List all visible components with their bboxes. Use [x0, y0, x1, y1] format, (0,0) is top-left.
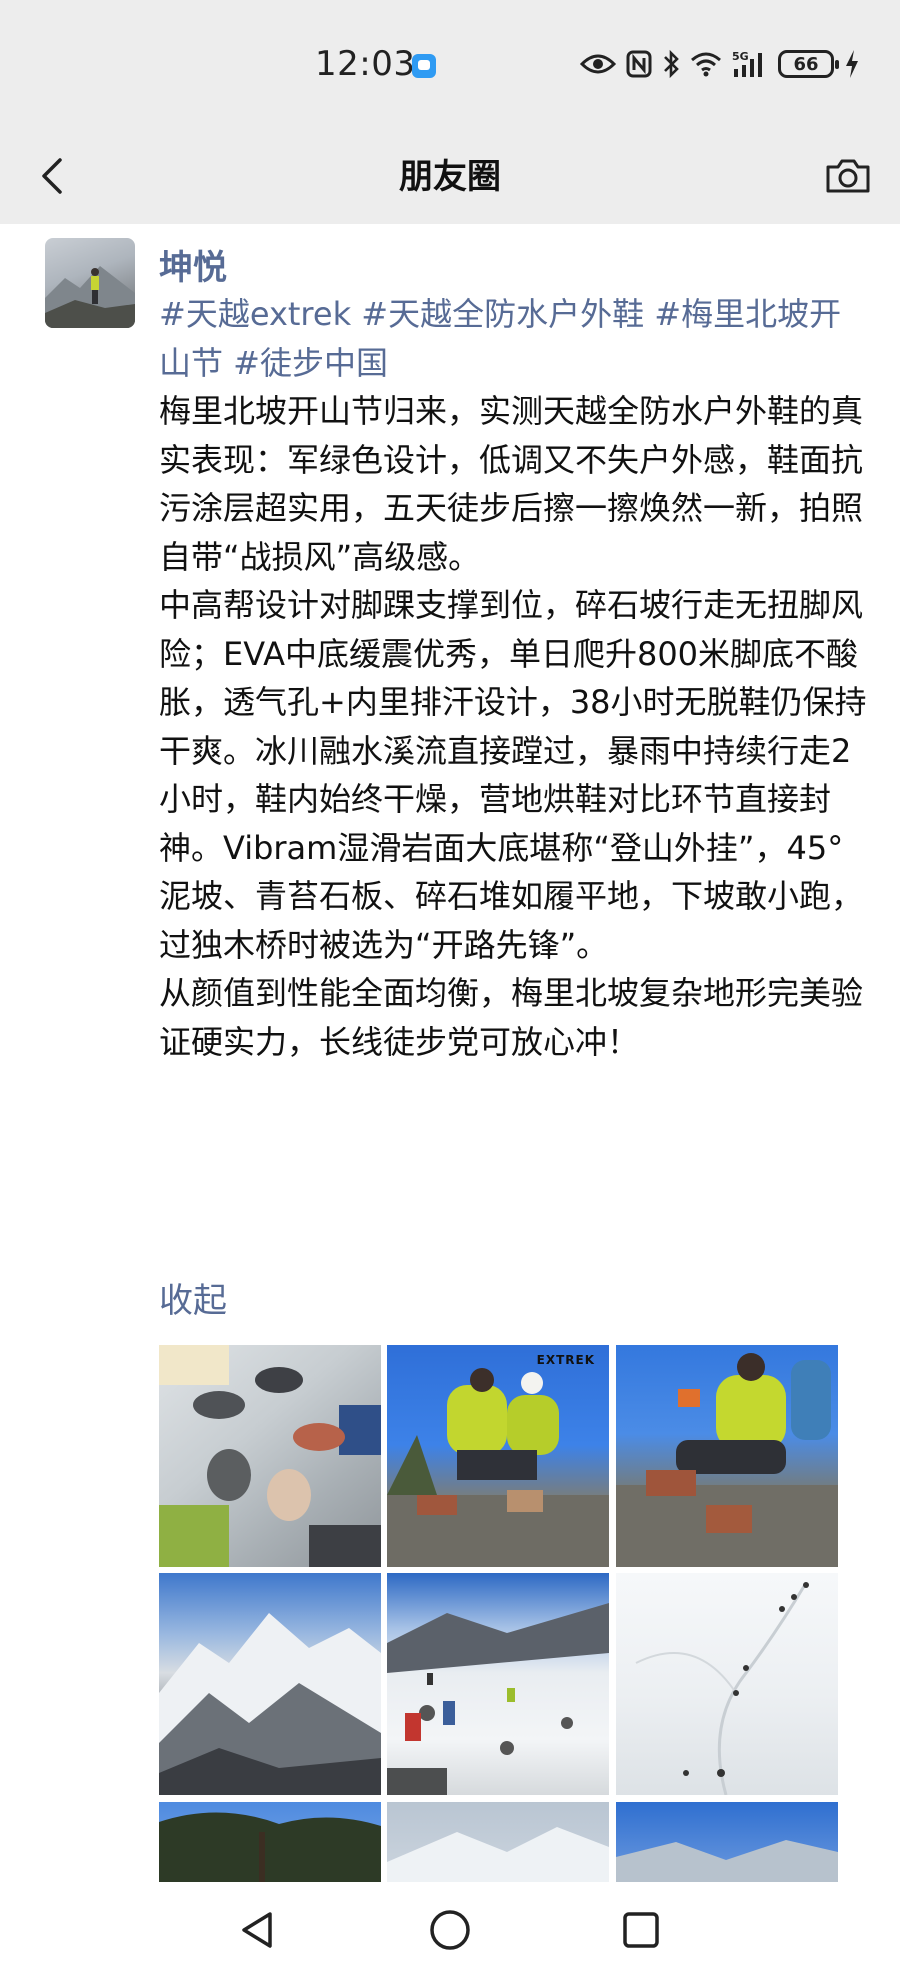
- charging-icon: [844, 49, 860, 79]
- page-title: 朋友圈: [399, 157, 501, 197]
- avatar[interactable]: [45, 238, 135, 328]
- nfc-icon: [626, 50, 652, 78]
- system-nav-bar: [0, 1882, 900, 1980]
- post-paragraph: 梅里北坡开山节归来，实测天越全防水户外鞋的真实表现：军绿色设计，低调又不失户外感…: [159, 392, 864, 576]
- brand-logo: EXTREK: [536, 1353, 595, 1367]
- post-author-name[interactable]: 坤悦: [159, 240, 227, 289]
- top-nav-bar: 朋友圈: [0, 130, 900, 224]
- message-notification-icon: [412, 54, 436, 78]
- status-bar: 12:03 5G 66: [0, 0, 900, 130]
- photo-hikers-binoculars[interactable]: EXTREK: [387, 1345, 609, 1567]
- photo-hiker-sitting-rock[interactable]: [616, 1345, 838, 1567]
- photo-snow-slope-hikers[interactable]: [387, 1573, 609, 1795]
- post-text: #天越extrek #天越全防水户外鞋 #梅里北坡开山节 #徒步中国 梅里北坡开…: [159, 290, 869, 1066]
- triangle-back-icon: [242, 1912, 272, 1948]
- chevron-left-icon: [42, 158, 62, 194]
- wifi-icon: [690, 51, 722, 77]
- photo-snow-mountain-range[interactable]: [159, 1573, 381, 1795]
- photo-cloudy-peak[interactable]: [387, 1802, 609, 1882]
- status-time: 12:03: [315, 44, 416, 84]
- svg-text:5G: 5G: [732, 50, 749, 63]
- camera-button[interactable]: [818, 146, 878, 206]
- battery-indicator: 66: [778, 50, 839, 78]
- collapse-button[interactable]: 收起: [159, 1273, 227, 1322]
- battery-level: 66: [793, 53, 819, 75]
- post-hashtags[interactable]: #天越extrek #天越全防水户外鞋 #梅里北坡开山节 #徒步中国: [159, 290, 869, 387]
- photo-pine-trees-sky[interactable]: [159, 1802, 381, 1882]
- circle-home-icon: [430, 1910, 470, 1950]
- photo-grid: EXTREK: [159, 1345, 841, 1882]
- status-icons: 5G 66: [580, 44, 860, 84]
- square-recent-icon: [623, 1912, 659, 1948]
- post-paragraph: 中高帮设计对脚踝支撑到位，碎石坡行走无扭脚风险；EVA中底缓震优秀，单日爬升80…: [159, 586, 867, 964]
- photo-hiking-boots-circle[interactable]: [159, 1345, 381, 1567]
- photo-blue-sky-ridge[interactable]: [616, 1802, 838, 1882]
- cellular-signal-icon: 5G: [732, 49, 768, 79]
- post-paragraph: 从颜值到性能全面均衡，梅里北坡复杂地形完美验证硬实力，长线徒步党可放心冲！: [159, 974, 864, 1061]
- eye-icon: [580, 52, 616, 76]
- back-button[interactable]: [22, 146, 82, 206]
- camera-icon: [826, 159, 870, 193]
- photo-snowfield-trail[interactable]: [616, 1573, 838, 1795]
- nav-back-button[interactable]: [230, 1902, 286, 1958]
- nav-recent-button[interactable]: [613, 1902, 669, 1958]
- bluetooth-icon: [662, 49, 680, 79]
- nav-home-button[interactable]: [422, 1902, 478, 1958]
